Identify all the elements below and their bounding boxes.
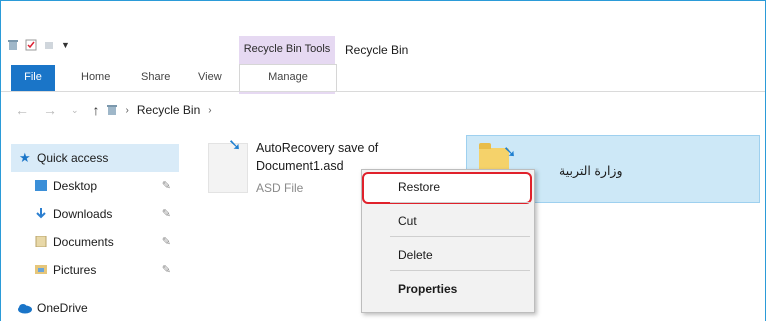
tab-home[interactable]: Home [81,65,110,91]
new-folder-icon[interactable] [43,39,55,51]
breadcrumb-recycle-bin[interactable]: Recycle Bin [137,103,200,117]
nav-label: Pictures [53,263,97,277]
quick-access-toolbar: ▼ [7,39,70,51]
folder-name: وزارة التربية [559,164,623,178]
window-title: Recycle Bin [345,43,409,57]
pin-icon[interactable]: ✎ [162,256,171,284]
download-arrow-icon [36,208,46,219]
recycle-bin-icon[interactable] [7,39,19,51]
pictures-icon [35,265,47,274]
menu-separator [390,270,530,271]
menu-separator [390,236,530,237]
properties-check-icon[interactable] [25,39,37,51]
restore-highlight-outline [362,172,532,204]
menu-item-label: Delete [398,248,433,262]
documents-icon [35,236,47,247]
file-name-line1: AutoRecovery save of [256,141,379,155]
star-icon: ★ [19,150,31,165]
pin-icon[interactable]: ✎ [162,200,171,228]
nav-label: Documents [53,235,114,249]
restore-arrow-icon: ➘ [503,144,517,161]
navigation-pane: ★ Quick access Desktop ✎ Downloads ✎ Doc… [11,144,179,321]
file-type: ASD File [256,181,304,195]
back-arrow-icon[interactable]: ← [15,102,29,118]
menu-item-properties[interactable]: Properties [362,276,534,302]
nav-label: OneDrive [37,301,88,315]
menu-item-label: Cut [398,214,417,228]
menu-item-cut[interactable]: Cut [362,208,534,234]
nav-item-desktop[interactable]: Desktop ✎ [11,172,179,200]
menu-item-delete[interactable]: Delete [362,242,534,268]
menu-item-label: Properties [398,282,458,296]
recent-locations-icon[interactable]: ⌄ [71,105,79,116]
desktop-icon [35,180,47,191]
menu-item-label: Restore [398,180,441,194]
nav-item-quick-access[interactable]: ★ Quick access [11,144,179,172]
nav-label: Desktop [53,179,98,193]
nav-label: Downloads [53,207,113,221]
customize-toolbar-icon[interactable]: ▼ [61,40,70,50]
recycle-bin-icon [106,105,117,115]
chevron-right-icon[interactable]: › [126,105,129,116]
forward-arrow-icon[interactable]: → [43,102,57,118]
nav-item-downloads[interactable]: Downloads ✎ [11,200,179,228]
nav-item-pictures[interactable]: Pictures ✎ [11,256,179,284]
tab-file[interactable]: File [11,65,55,91]
menu-item-restore[interactable]: Restore [362,172,534,204]
nav-item-onedrive[interactable]: OneDrive [11,294,179,321]
restore-arrow-icon: ➘ [228,137,242,154]
recycle-bin-tools-label: Recycle Bin Tools [243,43,331,55]
pin-icon[interactable]: ✎ [162,172,171,200]
ribbon-tabs: File Home Share View Manage [1,64,765,92]
nav-label: Quick access [37,151,109,165]
breadcrumb[interactable]: › Recycle Bin › [106,103,212,117]
tab-share[interactable]: Share [141,65,170,91]
tab-manage[interactable]: Manage [239,64,337,91]
nav-item-documents[interactable]: Documents ✎ [11,228,179,256]
pin-icon[interactable]: ✎ [162,228,171,256]
menu-separator [390,202,530,203]
address-bar: ← → ⌄ ↑ › Recycle Bin › [1,96,765,124]
chevron-right-icon[interactable]: › [208,105,211,116]
explorer-window: ▼ Recycle Bin Tools Recycle Bin File Hom… [0,0,766,321]
tab-view[interactable]: View [198,65,222,91]
context-menu: Restore Cut Delete Properties [361,169,535,313]
up-arrow-icon[interactable]: ↑ [93,102,100,118]
cloud-icon [18,304,32,314]
